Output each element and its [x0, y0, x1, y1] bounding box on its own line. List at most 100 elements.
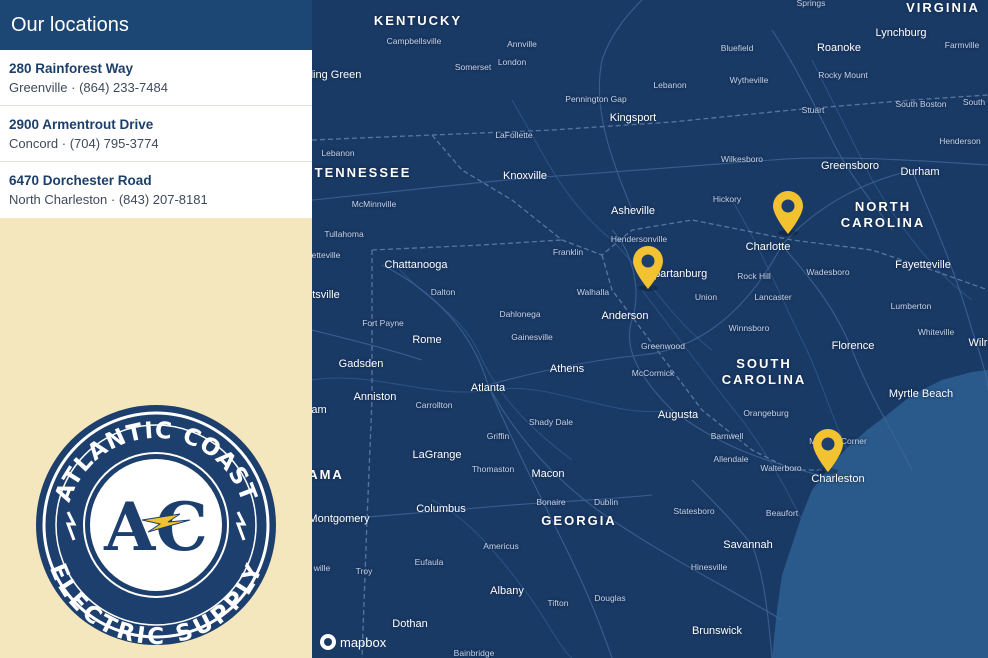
city-label: Rocky Mount [818, 70, 868, 80]
city-label: Wilkesboro [720, 154, 764, 164]
city-label: Hinesville [690, 562, 728, 572]
state-label: NORTH CAROLINA [840, 199, 926, 230]
location-pin-concord[interactable] [770, 190, 806, 236]
map[interactable]: KENTUCKY VIRGINIA TENNESSEE NORTH CAROLI… [312, 0, 988, 658]
city-label: Winnsboro [728, 323, 770, 333]
sidebar-title: Our locations [0, 0, 312, 50]
atlantic-coast-logo: ATLANTIC COAST ELECTRIC SUPPLY AC [36, 405, 276, 650]
city-label: Roanoke [816, 42, 862, 54]
location-detail: Greenville · (864) 233-7484 [9, 80, 168, 95]
city-label: Americus [483, 541, 519, 551]
city-label: Albany [490, 585, 524, 597]
city-label: Annville [507, 39, 537, 49]
location-pin-north-charleston[interactable] [810, 428, 846, 474]
city-label: Troy [355, 566, 373, 576]
city-label: Atlanta [470, 382, 506, 394]
location-name: 6470 Dorchester Road [9, 173, 152, 188]
city-label: Bluefield [720, 43, 754, 53]
city-label: Hendersonville [610, 234, 668, 244]
city-label: Wilr [968, 337, 988, 349]
city-label: LaFollette [495, 130, 533, 140]
location-pin-greenville[interactable] [630, 245, 666, 291]
city-label: Shady Dale [529, 417, 573, 427]
city-label: Augusta [657, 409, 699, 421]
city-label: Somerset [454, 62, 492, 72]
state-label: SOUTH CAROLINA [721, 356, 807, 387]
state-label: VIRGINIA [906, 0, 980, 15]
location-item[interactable]: 2900 Armentrout Drive Concord · (704) 79… [0, 106, 312, 162]
city-label: Durham [900, 166, 940, 178]
city-label: Dalton [430, 287, 456, 297]
location-item[interactable]: 6470 Dorchester Road North Charleston · … [0, 162, 312, 218]
state-label: AMA [312, 467, 344, 482]
city-label: Carrollton [415, 400, 453, 410]
state-label: TENNESSEE [314, 165, 412, 180]
city-label: Savannah [723, 539, 773, 551]
city-label: Griffin [486, 431, 510, 441]
city-label: Macon [531, 468, 565, 480]
city-label: Walhalla [576, 287, 610, 297]
city-label: Lumberton [890, 301, 932, 311]
city-label: Walterboro [760, 463, 802, 473]
city-label: Lynchburg [875, 27, 927, 39]
city-label: Farmville [944, 40, 980, 50]
city-label: Kingsport [609, 112, 657, 124]
city-label: Chattanooga [384, 259, 448, 271]
city-label: Fayetteville [895, 259, 951, 271]
location-item[interactable]: 280 Rainforest Way Greenville · (864) 23… [0, 50, 312, 106]
city-label: Anniston [353, 391, 397, 403]
city-label: Pennington Gap [565, 94, 627, 104]
city-label: Gainesville [511, 332, 553, 342]
city-label: McCormick [631, 368, 675, 378]
city-label: South [962, 97, 986, 107]
city-label: Gadsden [338, 358, 384, 370]
city-label: Beaufort [765, 508, 799, 518]
city-label: Henderson [939, 136, 981, 146]
city-label: Anderson [601, 310, 649, 322]
city-label: McMinnville [351, 199, 397, 209]
city-label: Campbellsville [386, 36, 442, 46]
city-label: Wytheville [729, 75, 769, 85]
city-label: Florence [831, 340, 875, 352]
city-label: wling Green [312, 69, 362, 81]
city-label: Charlotte [745, 241, 791, 253]
city-label: Greensboro [820, 160, 880, 172]
city-label: Charleston [811, 473, 865, 485]
city-label: Bainbridge [453, 648, 495, 658]
city-label: LaGrange [412, 449, 462, 461]
city-label: Eufaula [414, 557, 444, 567]
city-label: Fort Payne [362, 318, 404, 328]
city-label: Douglas [594, 593, 626, 603]
city-label: London [497, 57, 527, 67]
city-label: Brunswick [691, 625, 743, 637]
location-list: 280 Rainforest Way Greenville · (864) 23… [0, 50, 312, 218]
city-label: etteville [312, 250, 341, 260]
city-label: Columbus [416, 503, 466, 515]
city-label: Knoxville [502, 170, 548, 182]
city-label: Hickory [712, 194, 742, 204]
mapbox-icon [320, 634, 336, 650]
city-label: Springs [796, 0, 826, 8]
city-label: Athens [549, 363, 585, 375]
location-detail: Concord · (704) 795-3774 [9, 136, 159, 151]
city-label: Franklin [552, 247, 584, 257]
city-label: Myrtle Beach [888, 388, 954, 400]
city-label: Tullahoma [324, 229, 364, 239]
map-base [312, 0, 988, 658]
mapbox-label: mapbox [340, 634, 387, 650]
city-label: Whiteville [917, 327, 955, 337]
city-label: Rock Hill [737, 271, 771, 281]
city-label: Barnwell [710, 431, 744, 441]
city-label: tsville [312, 289, 340, 301]
city-label: Dahlonega [499, 309, 541, 319]
city-label: Greenwood [641, 341, 685, 351]
city-label: Rome [412, 334, 442, 346]
city-label: Dothan [392, 618, 428, 630]
location-detail: North Charleston · (843) 207-8181 [9, 192, 208, 207]
city-label: Tifton [547, 598, 569, 608]
city-label: Stuart [801, 105, 825, 115]
city-label: Bonaire [536, 497, 566, 507]
location-name: 280 Rainforest Way [9, 61, 134, 76]
city-label: Lebanon [653, 80, 687, 90]
mapbox-attribution[interactable]: mapbox [320, 634, 386, 650]
